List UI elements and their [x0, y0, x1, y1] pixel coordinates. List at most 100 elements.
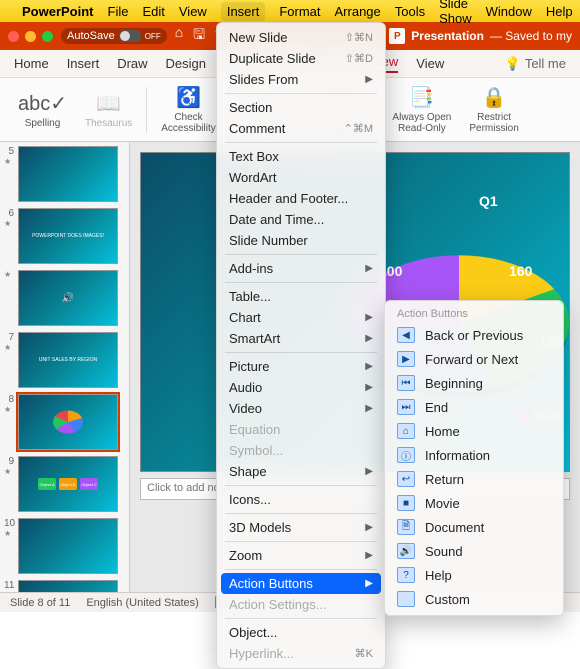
spelling-icon: abc✓ [18, 91, 67, 116]
tab-insert[interactable]: Insert [67, 56, 100, 71]
action-button-end[interactable]: ⏭End [385, 395, 563, 419]
action-button-back-or-previous[interactable]: ◀Back or Previous [385, 323, 563, 347]
action-button-return[interactable]: ↩Return [385, 467, 563, 491]
menu-item-picture[interactable]: Picture▶ [217, 356, 385, 377]
menu-item-symbol-: Symbol... [217, 440, 385, 461]
close-icon[interactable] [8, 31, 19, 42]
menu-item-slide-number[interactable]: Slide Number [217, 230, 385, 251]
thumbnail-row[interactable]: 5★ [4, 146, 125, 202]
readonly-icon: 📑 [409, 85, 434, 110]
slide-thumbnails[interactable]: 5★ 6★POWERPOINT DOES IMAGES! ★🔊 7★UNIT SALE… [0, 142, 130, 592]
thumbnail-row[interactable]: ★🔊 [4, 270, 125, 326]
accessibility-button[interactable]: ♿Check Accessibility [153, 83, 223, 136]
action-button-beginning[interactable]: ⏮Beginning [385, 371, 563, 395]
thumbnail-row[interactable]: 6★POWERPOINT DOES IMAGES! [4, 208, 125, 264]
toggle-icon[interactable] [119, 30, 141, 42]
separator [146, 87, 147, 133]
action-button-icon: ⓘ [397, 447, 415, 463]
menu-window[interactable]: Window [486, 4, 532, 19]
lock-icon: 🔒 [482, 85, 507, 110]
read-only-button[interactable]: 📑Always Open Read-Only [384, 83, 459, 136]
slide-counter[interactable]: Slide 8 of 11 [10, 597, 70, 609]
menu-item-audio[interactable]: Audio▶ [217, 377, 385, 398]
action-button-icon: 🔊 [397, 543, 415, 559]
tab-home[interactable]: Home [14, 56, 49, 71]
accessibility-icon: ♿ [176, 85, 201, 110]
action-button-information[interactable]: ⓘInformation [385, 443, 563, 467]
home-icon[interactable]: ⌂ [175, 24, 183, 48]
menu-help[interactable]: Help [546, 4, 573, 19]
action-button-icon: ? [397, 567, 415, 583]
bulb-icon: 💡 [505, 56, 521, 72]
tab-design[interactable]: Design [166, 56, 206, 71]
insert-menu-dropdown[interactable]: New Slide⇧⌘NDuplicate Slide⇧⌘DSlides Fro… [216, 22, 386, 669]
menu-item-object-[interactable]: Object... [217, 622, 385, 643]
autosave-label: AutoSave [67, 30, 115, 42]
thumbnail-row[interactable]: 8★ [4, 394, 125, 450]
action-button-custom[interactable]: Custom [385, 587, 563, 611]
menu-item-equation: Equation [217, 419, 385, 440]
language-status[interactable]: English (United States) [86, 597, 199, 609]
tab-view[interactable]: View [416, 56, 444, 71]
action-button-sound[interactable]: 🔊Sound [385, 539, 563, 563]
menu-item-wordart[interactable]: WordArt [217, 167, 385, 188]
spelling-button[interactable]: abc✓Spelling [10, 89, 75, 131]
tell-me[interactable]: 💡Tell me [505, 56, 566, 72]
menu-item-section[interactable]: Section [217, 97, 385, 118]
action-buttons-submenu[interactable]: Action Buttons ◀Back or Previous▶Forward… [384, 300, 564, 616]
menu-format[interactable]: Format [279, 4, 320, 19]
save-status: — Saved to my [490, 29, 572, 43]
menu-item-duplicate-slide[interactable]: Duplicate Slide⇧⌘D [217, 48, 385, 69]
minimize-icon[interactable] [25, 31, 36, 42]
action-button-movie[interactable]: ■Movie [385, 491, 563, 515]
menu-item-smartart[interactable]: SmartArt▶ [217, 328, 385, 349]
menu-slideshow[interactable]: Slide Show [439, 0, 472, 26]
autosave-state: OFF [145, 32, 161, 41]
menu-tools[interactable]: Tools [395, 4, 425, 19]
menu-view[interactable]: View [179, 4, 207, 19]
action-button-home[interactable]: ⌂Home [385, 419, 563, 443]
menu-item-shape[interactable]: Shape▶ [217, 461, 385, 482]
chart-value-160: 160 [509, 263, 532, 279]
action-button-icon: ⏭ [397, 399, 415, 415]
menu-item-slides-from[interactable]: Slides From▶ [217, 69, 385, 90]
menu-item-hyperlink-: Hyperlink...⌘K [217, 643, 385, 664]
menu-item-text-box[interactable]: Text Box [217, 146, 385, 167]
menu-item-table-[interactable]: Table... [217, 286, 385, 307]
menu-item-new-slide[interactable]: New Slide⇧⌘N [217, 27, 385, 48]
menu-item-header-and-footer-[interactable]: Header and Footer... [217, 188, 385, 209]
traffic-lights[interactable] [8, 31, 53, 42]
menu-item-icons-[interactable]: Icons... [217, 489, 385, 510]
menu-item-date-and-time-[interactable]: Date and Time... [217, 209, 385, 230]
restrict-button[interactable]: 🔒Restrict Permission [461, 83, 526, 136]
thesaurus-icon: 📖 [96, 91, 121, 116]
menu-item-action-buttons[interactable]: Action Buttons▶ [221, 573, 381, 594]
autosave-toggle[interactable]: AutoSave OFF [61, 28, 167, 44]
action-button-help[interactable]: ?Help [385, 563, 563, 587]
menu-item-video[interactable]: Video▶ [217, 398, 385, 419]
save-icon[interactable]: 🖫 [193, 24, 205, 48]
zoom-icon[interactable] [42, 31, 53, 42]
chart-label-q1: Q1 [479, 193, 498, 209]
document-title: Presentation [411, 29, 484, 43]
tab-draw[interactable]: Draw [117, 56, 147, 71]
thumbnail-row[interactable]: 11★THANKS FOR ATTENDING! [4, 580, 125, 592]
menu-item-comment[interactable]: Comment⌃⌘M [217, 118, 385, 139]
menu-edit[interactable]: Edit [142, 4, 164, 19]
app-name[interactable]: PowerPoint [22, 4, 94, 19]
thumbnail-row[interactable]: 9★Object AObject BObject C [4, 456, 125, 512]
menu-file[interactable]: File [108, 4, 129, 19]
thumbnail-row[interactable]: 10★ [4, 518, 125, 574]
action-button-document[interactable]: 🗎Document [385, 515, 563, 539]
menu-item-add-ins[interactable]: Add-ins▶ [217, 258, 385, 279]
mac-menubar[interactable]: PowerPoint File Edit View Insert Format … [0, 0, 580, 22]
action-button-icon: ◀ [397, 327, 415, 343]
menu-item-zoom[interactable]: Zoom▶ [217, 545, 385, 566]
action-button-forward-or-next[interactable]: ▶Forward or Next [385, 347, 563, 371]
thumbnail-row[interactable]: 7★UNIT SALES BY REGION [4, 332, 125, 388]
menu-arrange[interactable]: Arrange [335, 4, 381, 19]
action-button-icon: 🗎 [397, 519, 415, 535]
menu-item-3d-models[interactable]: 3D Models▶ [217, 517, 385, 538]
menu-insert[interactable]: Insert [221, 2, 266, 21]
menu-item-chart[interactable]: Chart▶ [217, 307, 385, 328]
